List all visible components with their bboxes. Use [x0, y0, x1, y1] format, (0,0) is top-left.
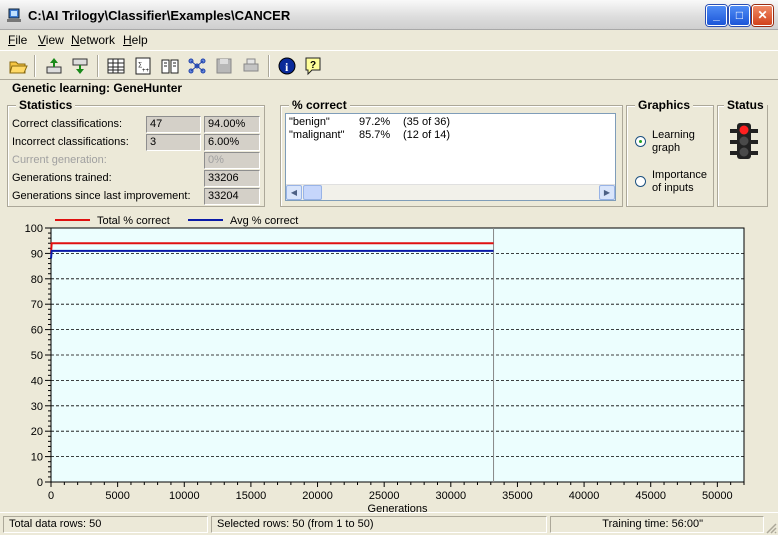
- menu-view[interactable]: View: [38, 33, 64, 47]
- graphics-title: Graphics: [635, 98, 694, 112]
- status-total-rows: Total data rows: 50: [3, 516, 208, 533]
- y-tick-label: 60: [31, 325, 43, 337]
- y-tick-label: 30: [31, 401, 43, 413]
- status-title: Status: [724, 98, 767, 112]
- export-icon[interactable]: [44, 56, 64, 76]
- status-panel: Status: [717, 98, 768, 207]
- stat-label-generations-trained: Generations trained:: [12, 172, 112, 184]
- radio-learning-graph-label[interactable]: Learning graph: [652, 129, 695, 155]
- x-tick-label: 5000: [105, 490, 129, 502]
- scroll-right-icon[interactable]: ▶: [599, 185, 615, 200]
- stat-current-generation: 0%: [204, 152, 260, 169]
- stat-correct-pct: 94.00%: [204, 116, 260, 133]
- x-tick-label: 20000: [302, 490, 333, 502]
- stat-label-incorrect: Incorrect classifications:: [12, 136, 129, 148]
- save-icon: [216, 58, 232, 74]
- scroll-thumb[interactable]: [303, 185, 322, 200]
- stat-since-improvement: 33204: [204, 188, 260, 205]
- pct-correct-list[interactable]: "benign" 97.2% (35 of 36) "malignant" 85…: [285, 113, 616, 201]
- y-tick-label: 100: [25, 223, 43, 235]
- window-title: C:\AI Trilogy\Classifier\Examples\CANCER: [28, 8, 291, 23]
- pct-correct-panel: % correct "benign" 97.2% (35 of 36) "mal…: [280, 98, 623, 207]
- menu-help[interactable]: Help: [123, 33, 148, 47]
- x-tick-label: 30000: [436, 490, 467, 502]
- x-tick-label: 10000: [169, 490, 200, 502]
- x-tick-label: 0: [48, 490, 54, 502]
- scroll-left-icon[interactable]: ◀: [286, 185, 302, 200]
- x-tick-label: 25000: [369, 490, 400, 502]
- grid-icon[interactable]: [106, 56, 126, 76]
- y-tick-label: 10: [31, 452, 43, 464]
- y-tick-label: 80: [31, 274, 43, 286]
- maximize-button[interactable]: □: [729, 5, 750, 26]
- stat-label-since-improvement: Generations since last improvement:: [12, 190, 191, 202]
- list-item[interactable]: "benign" 97.2% (35 of 36): [286, 116, 615, 129]
- print-icon: [243, 58, 259, 72]
- list-item[interactable]: "malignant" 85.7% (12 of 14): [286, 129, 615, 142]
- x-tick-label: 45000: [635, 490, 666, 502]
- y-tick-label: 50: [31, 350, 43, 362]
- stat-correct-count: 47: [146, 116, 201, 133]
- y-tick-label: 90: [31, 248, 43, 260]
- minimize-button[interactable]: _: [706, 5, 727, 26]
- status-selected-rows: Selected rows: 50 (from 1 to 50): [211, 516, 547, 533]
- legend-label-2: Avg % correct: [230, 215, 298, 227]
- graphics-panel: Graphics Learning graph Importance of inpu…: [626, 98, 714, 207]
- stat-generations-trained: 33206: [204, 170, 260, 187]
- y-tick-label: 40: [31, 375, 43, 387]
- menu-bar: File View Network Help: [0, 30, 778, 50]
- book-icon[interactable]: [160, 56, 180, 76]
- learning-graph-chart: 0 10 20 30 40 50 60 70 80 90 100 0 5000 10000 15000 200…: [25, 215, 745, 515]
- statistics-title: Statistics: [16, 98, 76, 112]
- horizontal-scrollbar[interactable]: ◀ ▶: [286, 184, 615, 200]
- info-icon[interactable]: i: [277, 56, 297, 76]
- stat-label-current-generation: Current generation:: [12, 154, 107, 166]
- stat-incorrect-count: 3: [146, 134, 201, 151]
- pct-correct-title: % correct: [289, 98, 350, 112]
- svg-text:++: ++: [142, 68, 150, 74]
- status-bar: Total data rows: 50 Selected rows: 50 (f…: [0, 512, 778, 535]
- calc-icon[interactable]: ∑++: [133, 56, 153, 76]
- app-icon: [7, 8, 21, 22]
- close-button[interactable]: ✕: [752, 5, 773, 26]
- statistics-panel: Statistics Correct classifications: 47 9…: [7, 98, 265, 207]
- menu-file[interactable]: File: [8, 33, 27, 47]
- stat-label-correct: Correct classifications:: [12, 118, 123, 130]
- y-tick-label: 70: [31, 299, 43, 311]
- stat-incorrect-pct: 6.00%: [204, 134, 260, 151]
- radio-importance-inputs-label[interactable]: Importance of inputs: [652, 169, 707, 195]
- x-tick-label: 50000: [702, 490, 733, 502]
- radio-importance-inputs[interactable]: [635, 176, 646, 187]
- status-training-time: Training time: 56:00": [550, 516, 764, 533]
- learning-graph-panel: 0 10 20 30 40 50 60 70 80 90 100 0 5000 10000 15000 200…: [3, 210, 774, 515]
- resize-grip-icon[interactable]: [765, 522, 777, 534]
- y-tick-label: 20: [31, 426, 43, 438]
- x-tick-label: 15000: [236, 490, 267, 502]
- x-tick-label: 35000: [502, 490, 533, 502]
- menu-network[interactable]: Network: [71, 33, 115, 47]
- x-tick-label: 40000: [569, 490, 600, 502]
- title-bar: C:\AI Trilogy\Classifier\Examples\CANCER…: [0, 0, 778, 30]
- import-icon[interactable]: [70, 56, 90, 76]
- help-icon[interactable]: ?: [303, 56, 323, 76]
- svg-text:?: ?: [310, 60, 316, 71]
- open-icon[interactable]: [8, 56, 28, 76]
- network-icon[interactable]: [187, 56, 207, 76]
- page-title: Genetic learning: GeneHunter: [12, 81, 183, 95]
- y-tick-label: 0: [37, 477, 43, 489]
- toolbar: ∑ ++ i ?: [0, 50, 778, 80]
- legend-label-1: Total % correct: [97, 215, 170, 227]
- traffic-light-icon: [730, 123, 758, 159]
- radio-learning-graph[interactable]: [635, 136, 646, 147]
